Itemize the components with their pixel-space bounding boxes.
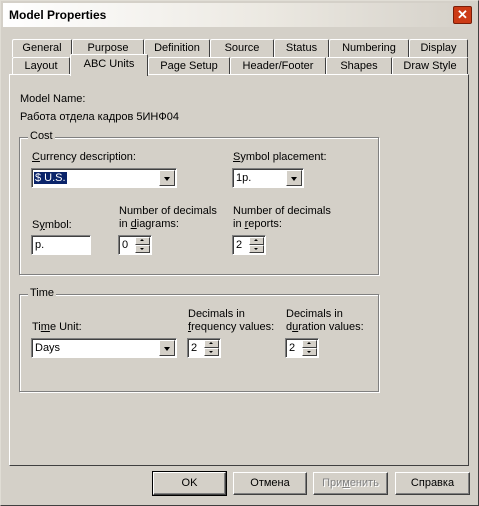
duration-decimals-label-2: duration values: bbox=[286, 321, 364, 333]
symbol-input[interactable]: p. bbox=[31, 235, 91, 255]
spin-up-icon[interactable] bbox=[302, 340, 317, 348]
decimals-diagrams-label-2: in diagrams: bbox=[119, 218, 179, 230]
symbol-placement-value: 1p. bbox=[236, 172, 252, 184]
spin-down-icon[interactable] bbox=[249, 245, 264, 253]
time-group-title: Time bbox=[28, 287, 57, 299]
time-unit-label: Time Unit: bbox=[32, 321, 82, 333]
tab-display[interactable]: Display bbox=[409, 39, 468, 57]
currency-description-value: $ U.S. bbox=[34, 172, 67, 184]
decimals-diagrams-label: Number of decimals bbox=[119, 205, 217, 217]
tab-abc-units[interactable]: ABC Units bbox=[70, 54, 148, 76]
spin-up-icon[interactable] bbox=[135, 237, 150, 245]
frequency-decimals-label-2: frequency values: bbox=[188, 321, 275, 333]
tab-layout[interactable]: Layout bbox=[12, 57, 70, 75]
duration-decimals-spinner[interactable]: 2 bbox=[285, 338, 319, 358]
currency-description-label: Currency description: bbox=[32, 151, 136, 163]
tab-page-setup[interactable]: Page Setup bbox=[148, 57, 230, 75]
time-group: Time Time Unit: Days Decimals in frequen… bbox=[19, 287, 379, 392]
cost-group: Cost Currency description: $ U.S. Symbol… bbox=[19, 130, 379, 275]
close-icon[interactable]: ✕ bbox=[453, 6, 472, 24]
spin-up-icon[interactable] bbox=[204, 340, 219, 348]
apply-button[interactable]: Применить bbox=[313, 472, 388, 495]
spin-down-icon[interactable] bbox=[135, 245, 150, 253]
window-title: Model Properties bbox=[9, 8, 107, 22]
abc-units-panel: Model Name: Работа отдела кадров 5ИНФ04 … bbox=[9, 74, 469, 466]
symbol-label: Symbol: bbox=[32, 219, 72, 231]
ok-button[interactable]: OK bbox=[152, 471, 227, 496]
tab-general[interactable]: General bbox=[12, 39, 72, 57]
frequency-decimals-value: 2 bbox=[191, 342, 198, 354]
tab-shapes[interactable]: Shapes bbox=[326, 57, 392, 75]
decimals-reports-value: 2 bbox=[236, 239, 243, 251]
duration-decimals-value: 2 bbox=[289, 342, 296, 354]
symbol-placement-dropdown[interactable]: 1p. bbox=[232, 168, 304, 188]
tab-definition[interactable]: Definition bbox=[144, 39, 210, 57]
frequency-decimals-spinner[interactable]: 2 bbox=[187, 338, 221, 358]
help-button[interactable]: Справка bbox=[395, 472, 470, 495]
model-name-label: Model Name: bbox=[20, 93, 86, 105]
decimals-reports-spinner[interactable]: 2 bbox=[232, 235, 266, 255]
spin-up-icon[interactable] bbox=[249, 237, 264, 245]
tab-source[interactable]: Source bbox=[210, 39, 274, 57]
title-bar[interactable]: Model Properties ✕ bbox=[3, 3, 476, 27]
symbol-placement-label: Symbol placement: bbox=[233, 151, 327, 163]
tab-draw-style[interactable]: Draw Style bbox=[392, 57, 468, 75]
spin-down-icon[interactable] bbox=[204, 348, 219, 356]
cancel-button[interactable]: Отмена bbox=[233, 472, 307, 495]
cost-group-title: Cost bbox=[28, 130, 55, 142]
tab-numbering[interactable]: Numbering bbox=[329, 39, 409, 57]
symbol-input-value: p. bbox=[35, 239, 45, 251]
tab-status[interactable]: Status bbox=[274, 39, 329, 57]
model-name-value: Работа отдела кадров 5ИНФ04 bbox=[20, 111, 179, 123]
decimals-diagrams-spinner[interactable]: 0 bbox=[118, 235, 152, 255]
spin-down-icon[interactable] bbox=[302, 348, 317, 356]
decimals-reports-label-2: in reports: bbox=[233, 218, 282, 230]
chevron-down-icon[interactable] bbox=[286, 170, 302, 186]
decimals-reports-label: Number of decimals bbox=[233, 205, 331, 217]
chevron-down-icon[interactable] bbox=[159, 170, 175, 186]
time-unit-value: Days bbox=[35, 342, 61, 354]
duration-decimals-label: Decimals in bbox=[286, 308, 343, 320]
currency-description-dropdown[interactable]: $ U.S. bbox=[31, 168, 177, 188]
decimals-diagrams-value: 0 bbox=[122, 239, 129, 251]
tab-header-footer[interactable]: Header/Footer bbox=[230, 57, 326, 75]
frequency-decimals-label: Decimals in bbox=[188, 308, 245, 320]
time-unit-dropdown[interactable]: Days bbox=[31, 338, 177, 358]
chevron-down-icon[interactable] bbox=[159, 340, 175, 356]
